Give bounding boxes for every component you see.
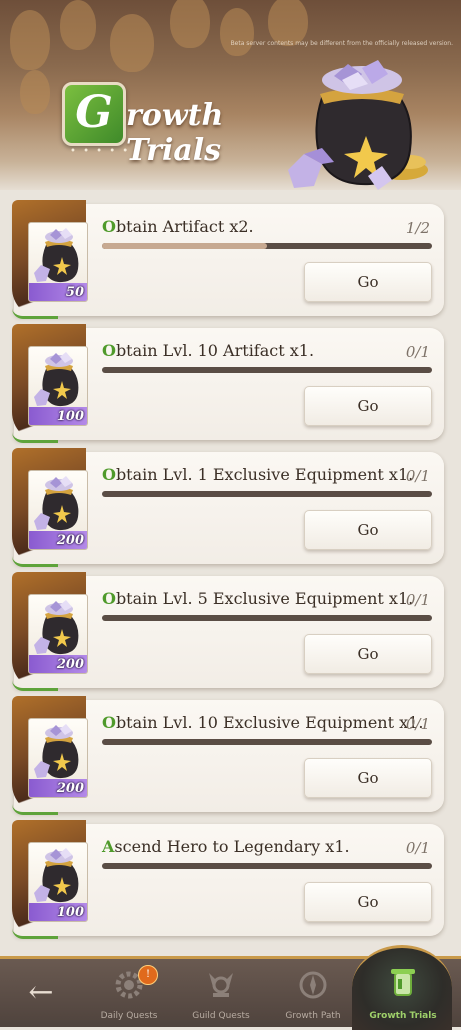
reward-item[interactable]: 50 <box>28 222 88 302</box>
nav-growth-trials[interactable]: Growth Trials <box>358 965 448 1025</box>
quest-card: 200 Obtain Lvl. 10 Exclusive Equipment x… <box>12 696 444 815</box>
card-accent-green <box>12 804 58 815</box>
quest-title-rest: btain Artifact x2. <box>115 217 254 236</box>
reward-quantity: 200 <box>56 657 84 672</box>
nav-daily-quests[interactable]: ! Daily Quests <box>84 965 174 1025</box>
quest-title: Obtain Lvl. 10 Exclusive Equipment x1. <box>102 713 423 732</box>
quest-title-initial: O <box>102 217 116 236</box>
nav-label-guild-quests: Guild Quests <box>192 1011 250 1021</box>
gem-pouch-icon <box>34 724 79 779</box>
reward-item[interactable]: 200 <box>28 718 88 798</box>
bottom-navigation: ← ! Daily Quests Guild Quests Growth Pat… <box>0 945 461 1030</box>
quest-progress-count: 0/1 <box>405 467 430 485</box>
quest-title-initial: O <box>102 589 116 608</box>
gem-pouch-icon <box>34 600 79 655</box>
quest-card: 200 Obtain Lvl. 5 Exclusive Equipment x1… <box>12 572 444 691</box>
quest-title-initial: O <box>102 465 116 484</box>
nav-label-daily-quests: Daily Quests <box>100 1011 158 1021</box>
nav-label-growth-trials: Growth Trials <box>369 1011 437 1021</box>
guild-emblem-icon <box>209 973 233 997</box>
reward-item[interactable]: 200 <box>28 594 88 674</box>
go-button[interactable]: Go <box>304 758 432 798</box>
quest-card: 100 Obtain Lvl. 10 Artifact x1. 0/1 Go <box>12 324 444 443</box>
quest-progress-bar <box>102 491 432 497</box>
compass-icon <box>299 971 327 999</box>
quest-title-initial: O <box>102 713 116 732</box>
quest-card: 50 Obtain Artifact x2. 1/2 Go <box>12 200 444 319</box>
quest-progress-bar <box>102 367 432 373</box>
nav-growth-path[interactable]: Growth Path <box>268 965 358 1025</box>
quest-progress-bar <box>102 863 432 869</box>
quest-progress-count: 0/1 <box>405 591 430 609</box>
header-banner: Beta server contents may be different fr… <box>0 0 461 190</box>
beta-disclaimer: Beta server contents may be different fr… <box>230 40 453 47</box>
quest-title: Obtain Lvl. 10 Artifact x1. <box>102 341 314 360</box>
card-accent-green <box>12 432 58 443</box>
back-arrow-icon[interactable]: ← <box>16 973 66 1013</box>
quest-progress-bar <box>102 739 432 745</box>
card-accent-green <box>12 680 58 691</box>
card-accent-green <box>12 556 58 567</box>
gem-pouch-icon <box>34 352 79 407</box>
go-button[interactable]: Go <box>304 386 432 426</box>
quest-progress-count: 0/1 <box>405 715 430 733</box>
gem-pouch-icon <box>34 476 79 531</box>
quest-title: Obtain Lvl. 1 Exclusive Equipment x1. <box>102 465 413 484</box>
notification-badge: ! <box>138 965 158 985</box>
quest-progress-count: 0/1 <box>405 343 430 361</box>
title-emblem: G <box>62 82 126 146</box>
quest-title-rest: btain Lvl. 5 Exclusive Equipment x1. <box>115 589 414 608</box>
reward-quantity: 100 <box>56 409 84 424</box>
quest-progress-count: 1/2 <box>405 219 430 237</box>
go-button[interactable]: Go <box>304 882 432 922</box>
card-accent-green <box>12 928 58 939</box>
quest-title: Ascend Hero to Legendary x1. <box>102 837 350 856</box>
quest-card: 200 Obtain Lvl. 1 Exclusive Equipment x1… <box>12 448 444 567</box>
quest-progress-fill <box>102 243 267 249</box>
nav-label-growth-path: Growth Path <box>285 1011 341 1021</box>
reward-item[interactable]: 100 <box>28 346 88 426</box>
gem-pouch-icon <box>34 848 79 903</box>
card-accent-green <box>12 308 58 319</box>
reward-item[interactable]: 100 <box>28 842 88 922</box>
nav-guild-quests[interactable]: Guild Quests <box>176 965 266 1025</box>
quest-title-initial: O <box>102 341 116 360</box>
quest-progress-bar <box>102 243 432 249</box>
quest-title: Obtain Artifact x2. <box>102 217 254 236</box>
go-button[interactable]: Go <box>304 634 432 674</box>
reward-quantity: 100 <box>56 905 84 920</box>
reward-quantity: 50 <box>65 285 84 300</box>
quest-progress-bar <box>102 615 432 621</box>
quest-title-rest: scend Hero to Legendary x1. <box>114 837 350 856</box>
gem-pouch-icon <box>34 228 79 283</box>
reward-pouch-illustration <box>288 60 428 190</box>
scroll-icon <box>391 969 415 996</box>
quest-progress-count: 0/1 <box>405 839 430 857</box>
quest-title-rest: btain Lvl. 1 Exclusive Equipment x1. <box>115 465 414 484</box>
reward-quantity: 200 <box>56 781 84 796</box>
go-button[interactable]: Go <box>304 510 432 550</box>
go-button[interactable]: Go <box>304 262 432 302</box>
quest-title: Obtain Lvl. 5 Exclusive Equipment x1. <box>102 589 413 608</box>
reward-quantity: 200 <box>56 533 84 548</box>
reward-item[interactable]: 200 <box>28 470 88 550</box>
quest-card: 100 Ascend Hero to Legendary x1. 0/1 Go <box>12 820 444 939</box>
quest-title-initial: A <box>102 837 115 856</box>
quest-title-rest: btain Lvl. 10 Artifact x1. <box>115 341 315 360</box>
quest-title-rest: btain Lvl. 10 Exclusive Equipment x1. <box>115 713 424 732</box>
